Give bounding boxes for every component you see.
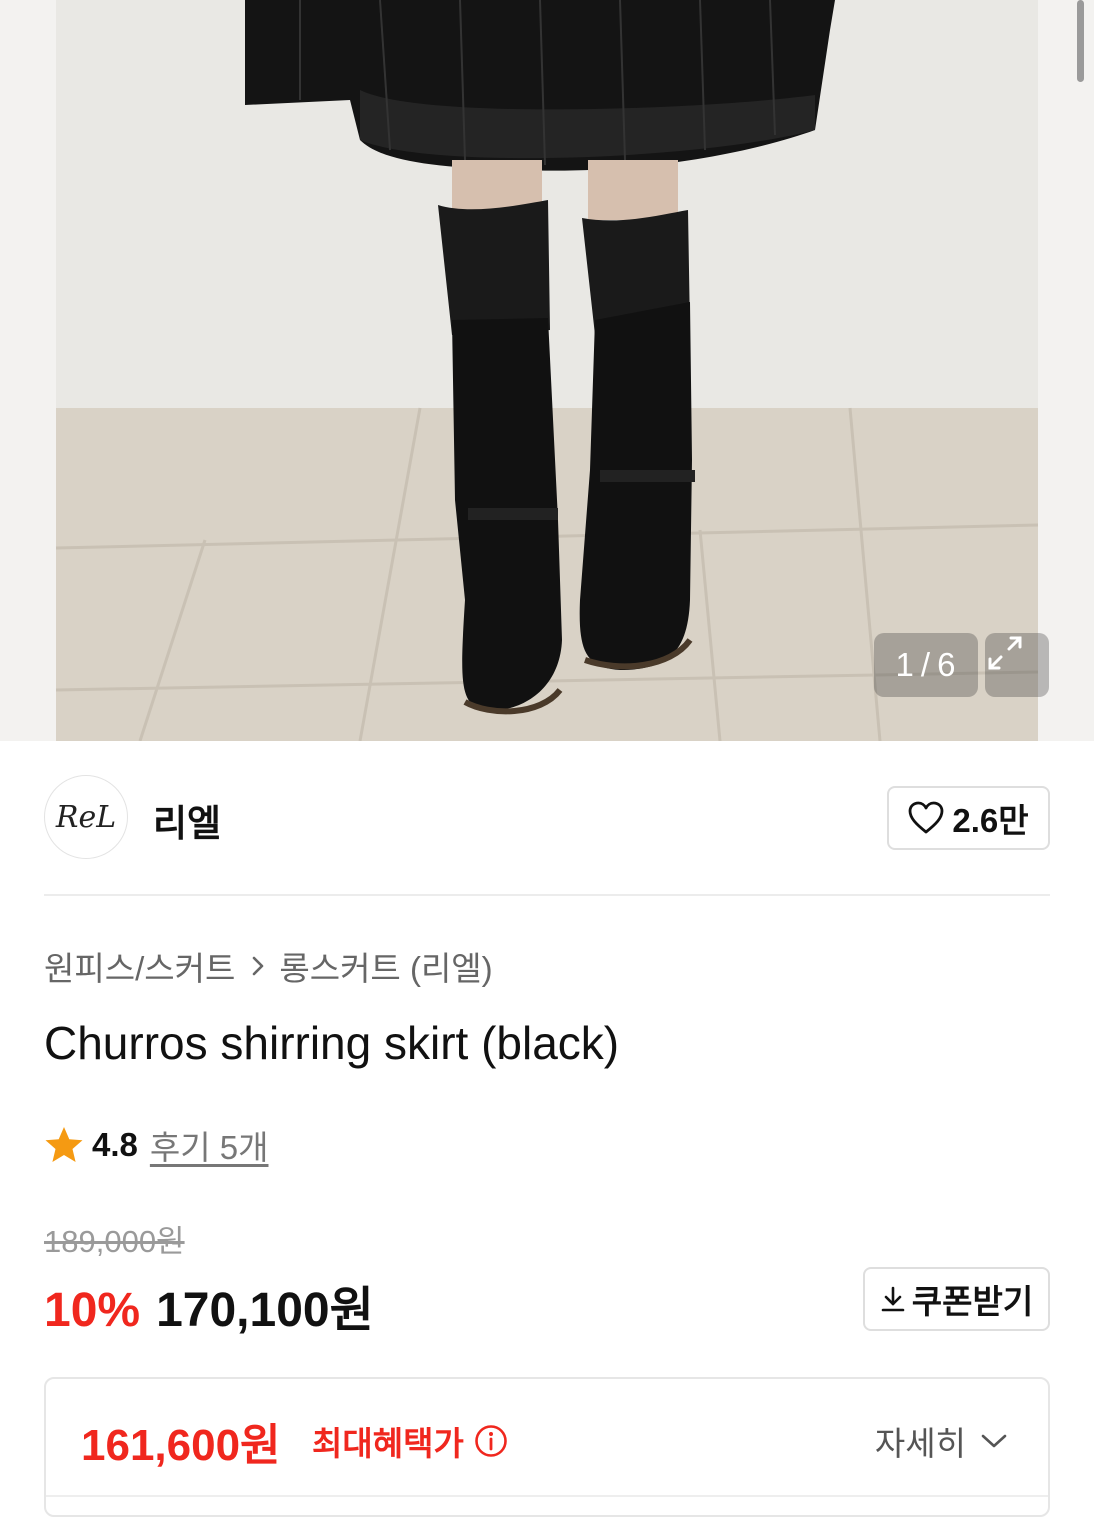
- reviews-link[interactable]: 후기 5개: [150, 1121, 269, 1169]
- like-count: 2.6만: [952, 802, 1029, 839]
- brand-logo-text: ReL: [55, 799, 117, 835]
- image-current-index: 1: [895, 646, 915, 683]
- max-benefit-box[interactable]: 161,600원 최대혜택가 자세히: [44, 1377, 1050, 1517]
- section-divider: [44, 894, 1050, 896]
- product-image-gallery[interactable]: 1 / 6: [0, 0, 1094, 741]
- brand-logo[interactable]: ReL: [44, 775, 128, 859]
- heart-outline-icon: [908, 801, 944, 834]
- page-scrollbar[interactable]: [1077, 0, 1084, 82]
- original-price: 189,000원: [44, 1224, 185, 1259]
- download-icon: [881, 1286, 905, 1312]
- max-benefit-price: 161,600원: [81, 1421, 281, 1470]
- coupon-label: 쿠폰받기: [911, 1283, 1034, 1320]
- image-counter-separator: /: [920, 646, 932, 683]
- breadcrumb-subcategory[interactable]: 롱스커트 (리엘): [279, 942, 492, 990]
- breadcrumb: 원피스/스커트 롱스커트 (리엘): [44, 942, 493, 990]
- brand-name[interactable]: 리엘: [153, 793, 221, 847]
- expand-image-button[interactable]: [985, 633, 1049, 697]
- image-counter: 1 / 6: [874, 633, 978, 697]
- benefit-detail-toggle[interactable]: 자세히: [875, 1417, 1008, 1465]
- info-icon[interactable]: [474, 1424, 508, 1458]
- breadcrumb-category[interactable]: 원피스/스커트: [44, 942, 235, 990]
- benefit-box-divider: [46, 1495, 1048, 1497]
- star-icon: [45, 1127, 83, 1162]
- like-button[interactable]: 2.6만: [887, 786, 1050, 850]
- sale-price-row: 10% 170,100원: [44, 1270, 374, 1340]
- rating-score: 4.8: [92, 1126, 138, 1163]
- max-benefit-label-group: 최대혜택가: [312, 1417, 508, 1465]
- discount-rate: 10%: [44, 1284, 141, 1337]
- max-benefit-label: 최대혜택가: [312, 1425, 464, 1462]
- product-photo: [0, 0, 1094, 741]
- chevron-right-icon: [251, 955, 265, 977]
- sale-price: 170,100원: [156, 1284, 374, 1337]
- chevron-down-icon: [981, 1434, 1007, 1448]
- image-total: 6: [937, 646, 957, 683]
- rating-summary: 4.8 후기 5개: [44, 1121, 268, 1169]
- expand-arrows-icon: [988, 636, 1022, 670]
- coupon-download-button[interactable]: 쿠폰받기: [863, 1267, 1050, 1331]
- product-title: Churros shirring skirt (black): [44, 1017, 620, 1069]
- benefit-detail-label: 자세히: [874, 1425, 966, 1462]
